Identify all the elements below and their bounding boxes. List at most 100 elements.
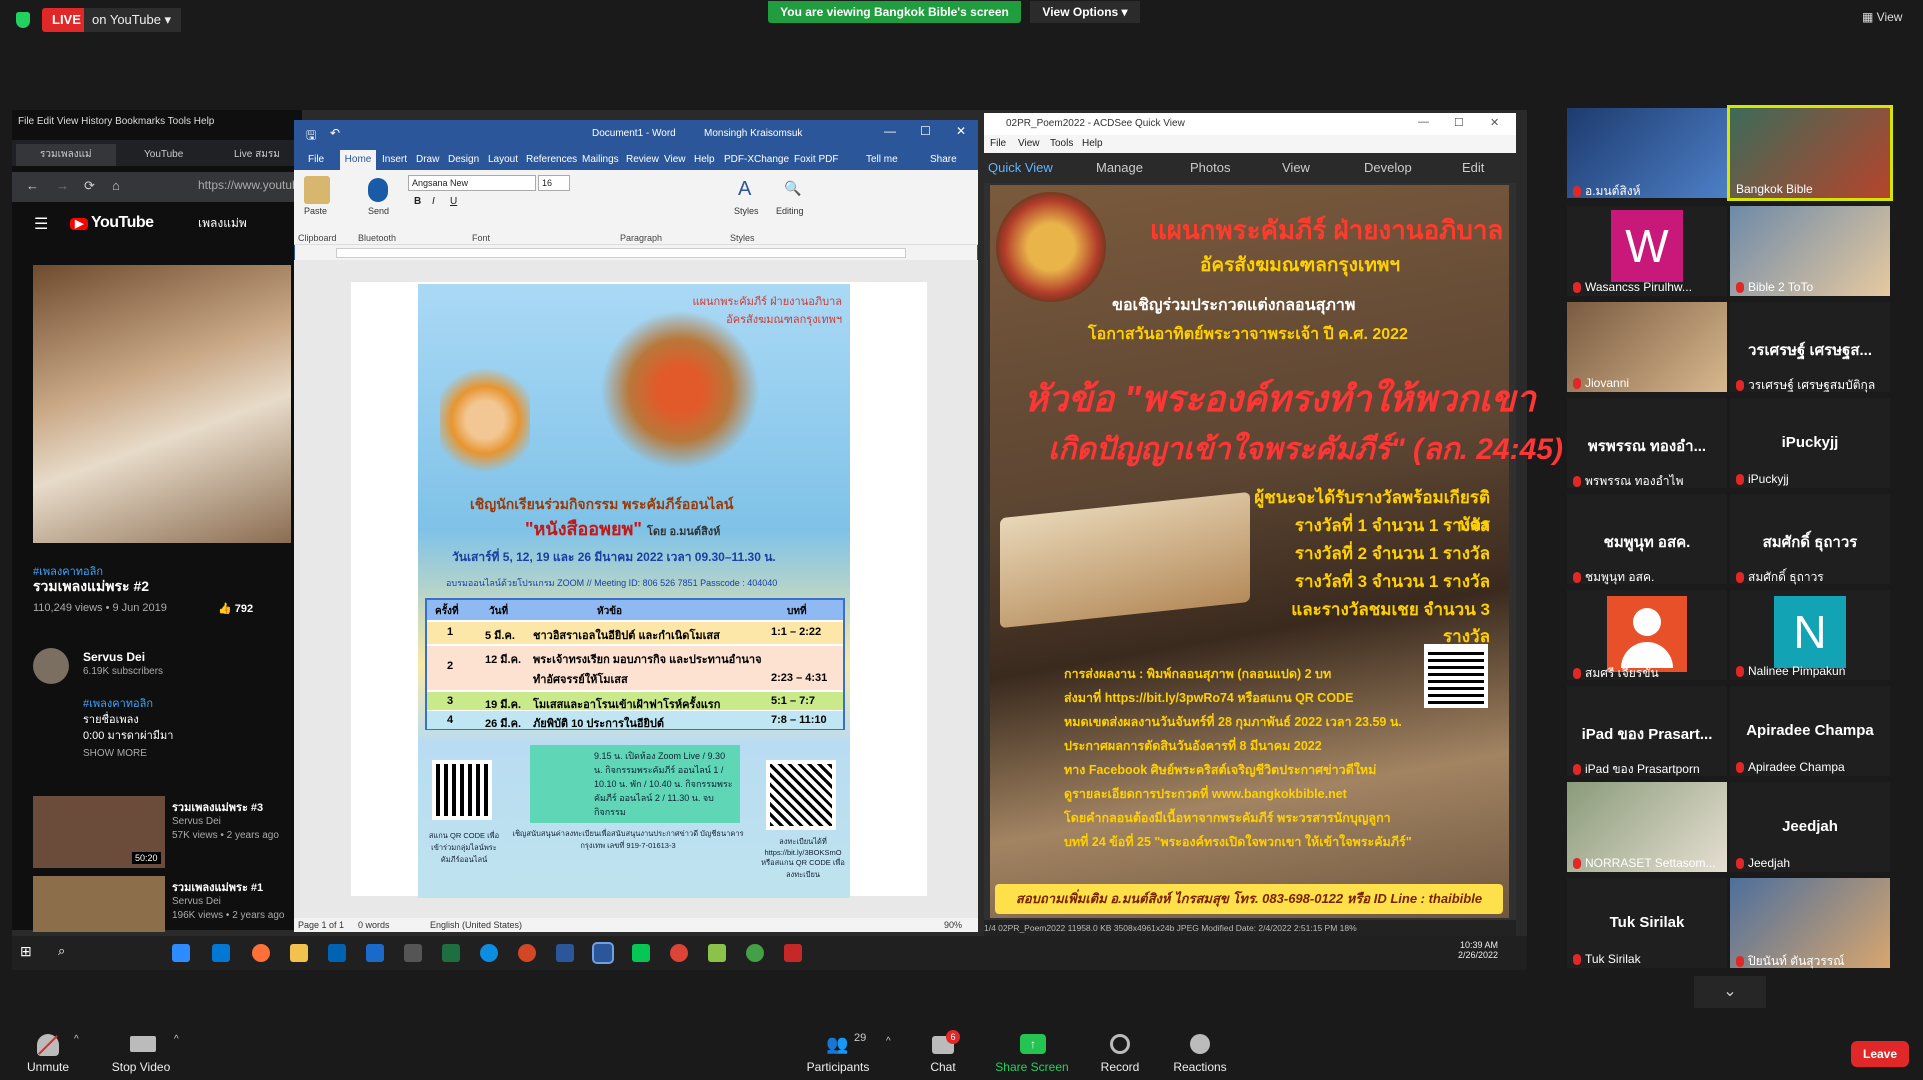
participants-options-chevron-icon[interactable]: ^: [886, 1036, 891, 1047]
line-app-icon[interactable]: [632, 944, 650, 962]
excel-icon[interactable]: [442, 944, 460, 962]
maximize-icon[interactable]: ☐: [920, 124, 931, 138]
participant-tile[interactable]: N Nalinee Pimpakun: [1730, 590, 1890, 680]
undo-icon[interactable]: ↶: [330, 126, 340, 140]
tab-draw[interactable]: Draw: [416, 154, 439, 165]
minimize-icon[interactable]: —: [1418, 116, 1429, 128]
minimize-icon[interactable]: —: [884, 124, 896, 138]
like-button[interactable]: 👍 792: [218, 602, 253, 615]
video-camera-icon[interactable]: [130, 1036, 156, 1052]
channel-name[interactable]: Servus Dei: [83, 650, 145, 664]
participant-tile[interactable]: สมศักดิ์ ธุถาวร สมศักดิ์ ธุถาวร: [1730, 494, 1890, 584]
youtube-logo[interactable]: ▶ YouTube: [70, 214, 154, 232]
stop-video-button[interactable]: Stop Video: [96, 1060, 186, 1074]
word-active-icon[interactable]: [592, 942, 614, 964]
reload-icon[interactable]: ⟳: [84, 178, 95, 194]
menu-help[interactable]: Help: [1082, 138, 1103, 149]
maximize-icon[interactable]: ☐: [1454, 116, 1464, 129]
youtube-search-input[interactable]: เพลงแม่พ: [198, 214, 247, 233]
participant-tile[interactable]: Apiradee Champa Apiradee Champa: [1730, 686, 1890, 776]
description-timestamp[interactable]: 0:00 มารดาผ่ามีมา: [83, 726, 173, 744]
menu-tools[interactable]: Tools: [1050, 138, 1073, 149]
back-icon[interactable]: ←: [26, 178, 39, 193]
chrome-icon[interactable]: [670, 944, 688, 962]
windows-start-icon[interactable]: ⊞: [20, 943, 32, 960]
home-icon[interactable]: ⌂: [112, 178, 120, 193]
powerpoint-icon[interactable]: [518, 944, 536, 962]
tab-home[interactable]: Home: [340, 150, 376, 170]
app-icon[interactable]: [746, 944, 764, 962]
related-title[interactable]: รวมเพลงแม่พระ #3: [172, 798, 263, 816]
forward-icon[interactable]: →: [56, 178, 69, 193]
tab-mailings[interactable]: Mailings: [582, 154, 619, 165]
participant-tile[interactable]: Jiovanni: [1567, 302, 1727, 392]
status-page[interactable]: Page 1 of 1: [298, 920, 344, 930]
italic-button[interactable]: I: [432, 196, 435, 207]
record-button[interactable]: Record: [1075, 1060, 1165, 1074]
participant-tile[interactable]: พรพรรณ ทองอำ... พรพรรณ ทองอำไพ: [1567, 398, 1727, 488]
mode-quick-view[interactable]: Quick View: [988, 160, 1053, 175]
tab-references[interactable]: References: [526, 154, 577, 165]
participant-tile-active-speaker[interactable]: Bangkok Bible: [1727, 105, 1893, 201]
leave-button[interactable]: Leave: [1851, 1041, 1909, 1067]
audio-options-chevron-icon[interactable]: ^: [74, 1034, 79, 1045]
participant-tile[interactable]: Tuk Sirilak Tuk Sirilak: [1567, 878, 1727, 968]
firefox-icon[interactable]: [252, 944, 270, 962]
mode-view[interactable]: View: [1282, 160, 1310, 175]
shield-icon[interactable]: [16, 12, 30, 28]
participant-tile[interactable]: ชมพูนุท อสค. ชมพูนุท อสค.: [1567, 494, 1727, 584]
video-options-chevron-icon[interactable]: ^: [174, 1034, 179, 1045]
related-thumbnail[interactable]: [33, 876, 165, 932]
tab-help[interactable]: Help: [694, 154, 715, 165]
show-more-button[interactable]: SHOW MORE: [83, 748, 147, 759]
app-icon[interactable]: [366, 944, 384, 962]
bluetooth-icon[interactable]: [368, 178, 388, 202]
search-icon[interactable]: ⌕: [58, 943, 65, 959]
ruler[interactable]: [336, 248, 906, 258]
app-icon[interactable]: [404, 944, 422, 962]
styles-icon[interactable]: A: [738, 178, 751, 201]
participants-button[interactable]: Participants: [793, 1060, 883, 1074]
reactions-button[interactable]: Reactions: [1155, 1060, 1245, 1074]
gallery-next-page-chevron-icon[interactable]: ⌄: [1694, 976, 1766, 1008]
menu-file[interactable]: File: [990, 138, 1006, 149]
url-field[interactable]: https://www.youtub: [198, 178, 299, 192]
tab-layout[interactable]: Layout: [488, 154, 518, 165]
participant-tile[interactable]: อ.มนต์สิงห์: [1567, 108, 1727, 198]
tab-design[interactable]: Design: [448, 154, 479, 165]
share-button[interactable]: Share: [930, 154, 957, 165]
record-icon[interactable]: [1110, 1034, 1130, 1054]
status-language[interactable]: English (United States): [430, 920, 522, 930]
related-title[interactable]: รวมเพลงแม่พระ #1: [172, 878, 263, 896]
browser-tab-live[interactable]: Live สมรม: [210, 144, 280, 166]
zoom-app-icon[interactable]: [172, 944, 190, 962]
tell-me-search[interactable]: Tell me: [866, 154, 898, 165]
taskbar-clock[interactable]: 10:39 AM 2/26/2022: [1458, 940, 1498, 960]
mode-edit[interactable]: Edit: [1462, 160, 1484, 175]
save-icon[interactable]: 🖫: [306, 126, 316, 147]
share-screen-button[interactable]: Share Screen: [987, 1060, 1077, 1074]
browser-tab-active[interactable]: รวมเพลงแม่พระ...: [16, 144, 116, 182]
mode-develop[interactable]: Develop: [1364, 160, 1412, 175]
bold-button[interactable]: B: [414, 196, 421, 207]
participant-tile[interactable]: Jeedjah Jeedjah: [1730, 782, 1890, 872]
close-icon[interactable]: ✕: [1490, 116, 1499, 129]
mode-photos[interactable]: Photos: [1190, 160, 1230, 175]
participant-tile[interactable]: iPad ของ Prasart... iPad ของ Prasartporn: [1567, 686, 1727, 776]
calculator-icon[interactable]: [328, 944, 346, 962]
unmute-button[interactable]: Unmute: [3, 1060, 93, 1074]
browser-menu-bar[interactable]: File Edit View History Bookmarks Tools H…: [18, 116, 214, 127]
browser-tab-youtube[interactable]: YouTube: [120, 144, 183, 166]
tab-file[interactable]: File: [308, 154, 324, 165]
participant-tile[interactable]: วรเศรษฐ์ เศรษฐส... วรเศรษฐ์ เศรษฐสมบัติกุ…: [1730, 302, 1890, 392]
hamburger-icon[interactable]: ☰: [34, 214, 48, 234]
muted-microphone-icon[interactable]: [37, 1034, 59, 1056]
view-button[interactable]: ▦ View: [1862, 10, 1902, 24]
word-user-name[interactable]: Monsingh Kraisomsuk: [704, 128, 802, 139]
close-icon[interactable]: ✕: [956, 124, 966, 138]
paste-icon[interactable]: [304, 176, 330, 204]
zoom-level[interactable]: 90%: [944, 920, 962, 930]
tab-view[interactable]: View: [664, 154, 686, 165]
tab-review[interactable]: Review: [626, 154, 659, 165]
live-platform-dropdown[interactable]: on YouTube ▾: [84, 8, 182, 32]
